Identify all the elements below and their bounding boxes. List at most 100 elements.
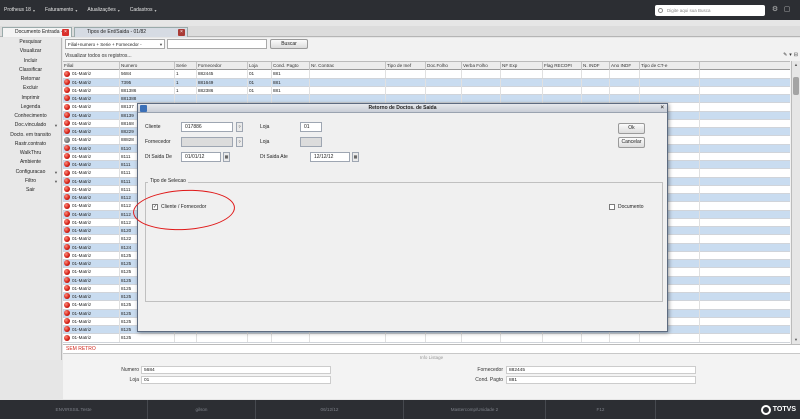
sidebar-item[interactable]: Legenda: [0, 103, 61, 112]
table-cell: [501, 334, 543, 343]
table-cell-filial: 01-Matriz: [63, 161, 120, 169]
selection-type-title: Tipo de Selecao: [148, 178, 188, 184]
edit-icon[interactable]: ✎: [783, 52, 787, 58]
column-header[interactable]: NF Exp: [501, 62, 543, 70]
chevron-down-icon[interactable]: ▾: [789, 52, 792, 58]
table-cell: [462, 86, 501, 95]
tab-tipos-ent-saida[interactable]: Tipos de Ent/Saida - 01/82 ×: [74, 27, 188, 37]
window-icon[interactable]: ▢: [783, 5, 791, 15]
top-menu-item[interactable]: Faturamento ▾: [45, 7, 77, 13]
search-button[interactable]: Buscar: [270, 39, 308, 49]
documento-checkbox[interactable]: [609, 204, 615, 210]
column-header[interactable]: N. INDF: [582, 62, 610, 70]
status-led-icon: [64, 153, 70, 160]
index-select[interactable]: Filial+numero + Serie + Fornecedor - ▼: [65, 39, 165, 49]
table-row[interactable]: 01-Matriz 5684 1 882445 01 881: [63, 70, 790, 79]
column-header[interactable]: Verba Folho: [462, 62, 501, 70]
column-header[interactable]: Doc.Folho: [426, 62, 462, 70]
chevron-down-icon: ▼: [54, 123, 58, 129]
column-header[interactable]: Serie: [175, 62, 197, 70]
column-header[interactable]: Filial: [63, 62, 120, 70]
column-header[interactable]: Fornecedor: [197, 62, 248, 70]
column-header[interactable]: Cond. Pagto: [272, 62, 310, 70]
table-cell: [543, 78, 582, 87]
table-cell: [426, 95, 462, 103]
status-led-icon: [64, 78, 70, 85]
footer-company: Mastercomp/Unidade 2: [404, 400, 546, 419]
fornecedor-field[interactable]: [181, 137, 233, 147]
sidebar-item[interactable]: Filtro ▼: [0, 177, 61, 186]
column-header[interactable]: Loja: [248, 62, 272, 70]
dt-saida-ate-field[interactable]: 12/12/12: [310, 152, 350, 162]
sidebar-item[interactable]: Classificar: [0, 66, 61, 75]
table-cell-cond: [272, 334, 310, 343]
table-row[interactable]: 01-Matriz 881386 1 882386 01 881: [63, 86, 790, 95]
table-cell: [462, 334, 501, 343]
table-row[interactable]: 01-Matriz 8125: [63, 334, 790, 343]
sidebar-item[interactable]: Conhecimento: [0, 112, 61, 121]
top-menu-item[interactable]: Cadastros ▾: [130, 7, 157, 13]
status-led-icon: [64, 95, 70, 102]
top-menu-item[interactable]: Protheus 18 ▾: [4, 7, 35, 13]
sidebar-item[interactable]: WalkThru: [0, 149, 61, 158]
close-icon[interactable]: ×: [660, 104, 664, 113]
column-header[interactable]: Flag RECOPI: [543, 62, 582, 70]
column-header[interactable]: Nr. Contrac: [310, 62, 386, 70]
calendar-icon[interactable]: ▦: [352, 152, 359, 162]
fornecedor-value: 882445: [506, 366, 696, 374]
table-cell-serie: [175, 95, 197, 103]
cliente-field[interactable]: 017886: [181, 122, 233, 132]
close-tab-icon[interactable]: ×: [62, 29, 69, 36]
sidebar-item[interactable]: Imprimir: [0, 94, 61, 103]
table-cell: [640, 78, 700, 87]
search-input[interactable]: [167, 39, 267, 49]
sidebar-item[interactable]: Configuracao ▼: [0, 168, 61, 177]
table-cell: [386, 70, 426, 79]
column-header[interactable]: Numero: [120, 62, 175, 70]
cond-pagto-label: Cond. Pagto: [475, 377, 503, 383]
sidebar-item[interactable]: Ambiente: [0, 158, 61, 167]
scroll-thumb[interactable]: [793, 77, 799, 95]
ok-button[interactable]: Ok: [618, 123, 645, 134]
table-cell-numero: 881386: [120, 86, 175, 95]
top-menu-item[interactable]: Atualizações ▾: [87, 7, 119, 13]
cliente-lookup-button[interactable]: ?: [236, 122, 243, 132]
global-search-input[interactable]: Digite aqui sua Busca: [655, 5, 765, 16]
loja2-field[interactable]: [300, 137, 322, 147]
sidebar-item[interactable]: Sair: [0, 186, 61, 195]
filter-icon[interactable]: ⊟: [794, 52, 798, 58]
sidebar-item[interactable]: Incluir: [0, 57, 61, 66]
loja-field[interactable]: 01: [300, 122, 322, 132]
table-cell-filial: 01-Matriz: [63, 309, 120, 318]
table-cell: [386, 86, 426, 95]
column-header[interactable]: Tipo de CT-e: [640, 62, 700, 70]
cancel-button[interactable]: Cancelar: [618, 137, 645, 148]
loja-value: 01: [141, 376, 331, 384]
table-cell-filial: 01-Matriz: [63, 119, 120, 128]
scroll-down-icon[interactable]: ▼: [793, 337, 799, 343]
close-tab-icon[interactable]: ×: [178, 29, 185, 36]
table-row[interactable]: 01-Matriz 881388: [63, 95, 790, 104]
dt-saida-de-field[interactable]: 01/01/12: [181, 152, 221, 162]
tab-documento-entrada[interactable]: Documento Entrada - 01/82 ×: [2, 27, 72, 44]
calendar-icon[interactable]: ▦: [223, 152, 230, 162]
sidebar-item[interactable]: Pesquisar: [0, 38, 61, 47]
sidebar-item[interactable]: Rastr.contrato: [0, 140, 61, 149]
sidebar-item[interactable]: Excluir: [0, 84, 61, 93]
sidebar-item[interactable]: Retornar: [0, 75, 61, 84]
sidebar-item[interactable]: Doc.vinculado ▼: [0, 121, 61, 130]
scroll-up-icon[interactable]: ▲: [793, 62, 799, 68]
vertical-scrollbar[interactable]: ▲ ▼: [791, 61, 800, 344]
sidebar-item[interactable]: Docto. em transito: [0, 131, 61, 140]
sidebar-item[interactable]: Visualizar: [0, 47, 61, 56]
table-row[interactable]: 01-Matriz 7395 1 881649 01 881: [63, 78, 790, 87]
footer-user: gilson: [148, 400, 256, 419]
footer-f12[interactable]: F12: [546, 400, 656, 419]
table-cell: [501, 78, 543, 87]
column-header[interactable]: Tipo de Inef: [386, 62, 426, 70]
fornecedor-lookup-button[interactable]: ?: [236, 137, 243, 147]
column-header[interactable]: Ano INDF: [610, 62, 640, 70]
table-cell: [310, 86, 386, 95]
status-led-icon: [64, 334, 70, 341]
settings-icon[interactable]: ⚙: [771, 5, 779, 15]
